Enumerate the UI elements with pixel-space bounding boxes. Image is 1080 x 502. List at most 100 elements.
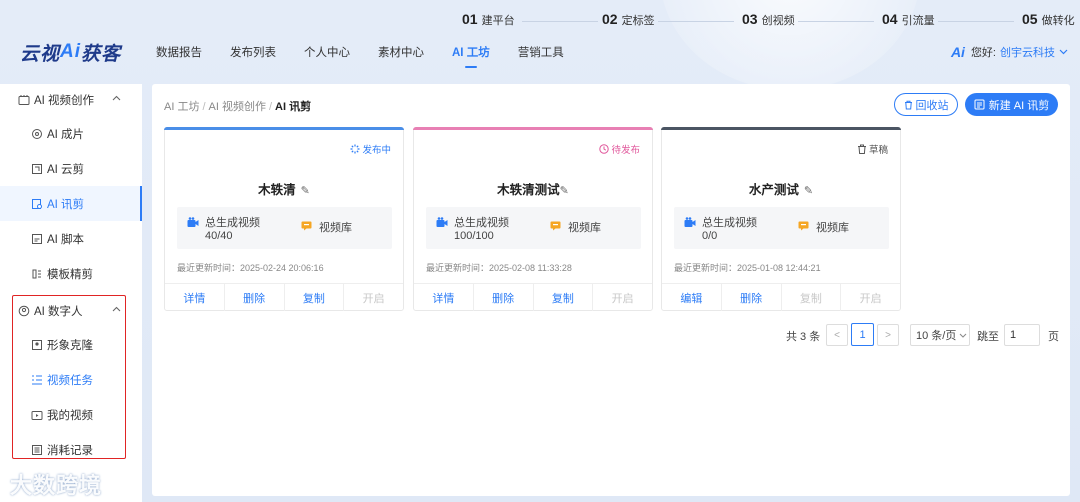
brand-logo[interactable]: 云视 Ai 获客 <box>20 40 121 65</box>
user-menu[interactable]: Ai 您好: 创宇云科技 <box>951 44 1068 60</box>
card-title-text: 木轶清测试 <box>497 183 560 197</box>
library-icon <box>798 221 809 231</box>
card-title: 木轶清测试✎ <box>414 179 652 198</box>
card-stats: 总生成视频 40/40 视频库 <box>177 207 392 249</box>
film-icon <box>32 128 42 139</box>
enable-button[interactable]: 开启 <box>344 284 403 311</box>
details-button[interactable]: 详情 <box>414 284 474 311</box>
next-page-button[interactable]: > <box>877 324 899 346</box>
loading-icon <box>350 144 360 154</box>
card-title-text: 水产测试 <box>748 183 799 197</box>
chevron-down-icon <box>960 333 967 338</box>
script-icon <box>32 233 42 244</box>
card-stats: 总生成视频 0/0 视频库 <box>674 207 889 249</box>
nav-data-report[interactable]: 数据报告 <box>156 44 202 70</box>
sidebar-item-ai-film[interactable]: AI 成片 <box>0 116 142 151</box>
chevron-up-icon <box>112 95 121 101</box>
workflow-steps: 01 建平台 02 定标签 03 创视频 04 引流量 05 做转化 <box>462 11 1080 31</box>
card-stats: 总生成视频 100/100 视频库 <box>426 207 641 249</box>
page-1-button[interactable]: 1 <box>851 323 874 346</box>
edit-button[interactable]: 编辑 <box>662 284 722 311</box>
step-4: 04 引流量 <box>882 11 935 27</box>
new-quick-edit-button[interactable]: 新建 AI 讯剪 <box>965 93 1058 116</box>
page-size-select[interactable]: 10 条/页 <box>910 324 970 346</box>
delete-button[interactable]: 删除 <box>474 284 534 311</box>
pagination: 共 3 条 < 1 > 10 条/页 跳至 页 <box>152 323 1070 346</box>
nav-marketing-tools[interactable]: 营销工具 <box>518 44 564 70</box>
sidebar-group-label: AI 视频创作 <box>34 95 95 107</box>
step-5: 05 做转化 <box>1022 11 1075 27</box>
breadcrumb-current: AI 讯剪 <box>275 101 312 113</box>
copy-button[interactable]: 复制 <box>534 284 594 311</box>
copy-button[interactable]: 复制 <box>782 284 842 311</box>
sidebar-item-ai-cloud-edit[interactable]: AI 云剪 <box>0 151 142 186</box>
main-panel: AI 工坊 / AI 视频创作 / AI 讯剪 回收站 新建 AI 讯剪 发布中 木轶清… <box>152 84 1070 496</box>
watermark: 大数跨境 <box>10 468 102 500</box>
updated-time: 最近更新时间：2025-02-08 11:33:28 <box>426 263 572 273</box>
delete-button[interactable]: 删除 <box>225 284 285 311</box>
enable-button[interactable]: 开启 <box>841 284 900 311</box>
task-card: 待发布 木轶清测试✎ 总生成视频 100/100 视频库 最近更新时间：2025… <box>413 127 653 311</box>
stat-value: 100/100 <box>454 230 494 242</box>
breadcrumb: AI 工坊 / AI 视频创作 / AI 讯剪 <box>164 101 312 113</box>
breadcrumb-ai-video[interactable]: AI 视频创作 <box>209 101 266 113</box>
copy-button[interactable]: 复制 <box>285 284 345 311</box>
library-icon <box>550 221 561 231</box>
user-name: 创宇云科技 <box>1000 47 1055 59</box>
step-2: 02 定标签 <box>602 11 655 27</box>
library-link[interactable]: 视频库 <box>319 219 352 235</box>
pencil-icon[interactable]: ✎ <box>301 185 310 197</box>
trash-icon <box>857 144 866 154</box>
stat-label: 总生成视频 <box>702 217 757 229</box>
template-icon <box>32 269 41 278</box>
sidebar-item-template-edit[interactable]: 模板精剪 <box>0 256 142 291</box>
total-count: 共 3 条 <box>786 331 821 343</box>
goto-label: 跳至 <box>977 331 999 343</box>
delete-button[interactable]: 删除 <box>722 284 782 311</box>
watermark-text: 大数跨境 <box>10 473 103 498</box>
updated-time: 最近更新时间：2025-01-08 12:44:21 <box>674 263 821 273</box>
card-title: 木轶清 ✎ <box>165 179 403 198</box>
ai-logo-icon: Ai <box>950 44 965 60</box>
highlight-box <box>12 295 126 459</box>
sidebar-item-label: AI 脚本 <box>47 233 85 246</box>
sidebar-group-ai-video[interactable]: AI 视频创作 <box>0 84 142 116</box>
nav-personal-center[interactable]: 个人中心 <box>304 44 350 70</box>
recycle-bin-button[interactable]: 回收站 <box>894 93 958 116</box>
sidebar-item-ai-script[interactable]: AI 脚本 <box>0 221 142 256</box>
status-badge: 待发布 <box>599 142 640 156</box>
sidebar-item-label: AI 成片 <box>47 128 85 141</box>
prev-page-button[interactable]: < <box>826 324 848 346</box>
trash-icon <box>904 100 912 109</box>
video-count-icon <box>436 217 448 227</box>
step-connector <box>798 21 874 22</box>
pencil-icon[interactable]: ✎ <box>804 185 813 197</box>
step-connector <box>658 21 734 22</box>
step-3: 03 创视频 <box>742 11 795 27</box>
nav-publish-list[interactable]: 发布列表 <box>230 44 276 70</box>
video-count-icon <box>684 217 696 227</box>
goto-page-input[interactable] <box>1004 324 1040 346</box>
nav-ai-workshop[interactable]: AI 工坊 <box>452 44 490 70</box>
details-button[interactable]: 详情 <box>165 284 225 311</box>
card-topbar <box>164 127 404 130</box>
step-connector <box>522 21 598 22</box>
card-actions: 详情 删除 复制 开启 <box>414 283 652 311</box>
updated-time: 最近更新时间：2025-02-24 20:06:16 <box>177 263 324 273</box>
nav-material-center[interactable]: 素材中心 <box>378 44 424 70</box>
sidebar-item-ai-quick-edit[interactable]: AI 讯剪 <box>0 186 142 221</box>
card-title-text: 木轶清 <box>258 183 296 197</box>
status-badge: 草稿 <box>857 142 888 156</box>
task-card: 草稿 水产测试 ✎ 总生成视频 0/0 视频库 最近更新时间：2025-01-08… <box>661 127 901 311</box>
enable-button[interactable]: 开启 <box>593 284 652 311</box>
stat-label: 总生成视频 <box>205 217 260 229</box>
task-card: 发布中 木轶清 ✎ 总生成视频 40/40 视频库 最近更新时间：2025-02-… <box>164 127 404 311</box>
library-link[interactable]: 视频库 <box>816 219 849 235</box>
brand-ai: Ai <box>60 41 82 62</box>
library-link[interactable]: 视频库 <box>568 219 601 235</box>
card-actions: 详情 删除 复制 开启 <box>165 283 403 311</box>
pencil-icon[interactable]: ✎ <box>560 185 569 197</box>
breadcrumb-ai-workshop[interactable]: AI 工坊 <box>164 101 199 113</box>
status-text: 待发布 <box>611 145 640 156</box>
recycle-bin-label: 回收站 <box>915 99 949 112</box>
